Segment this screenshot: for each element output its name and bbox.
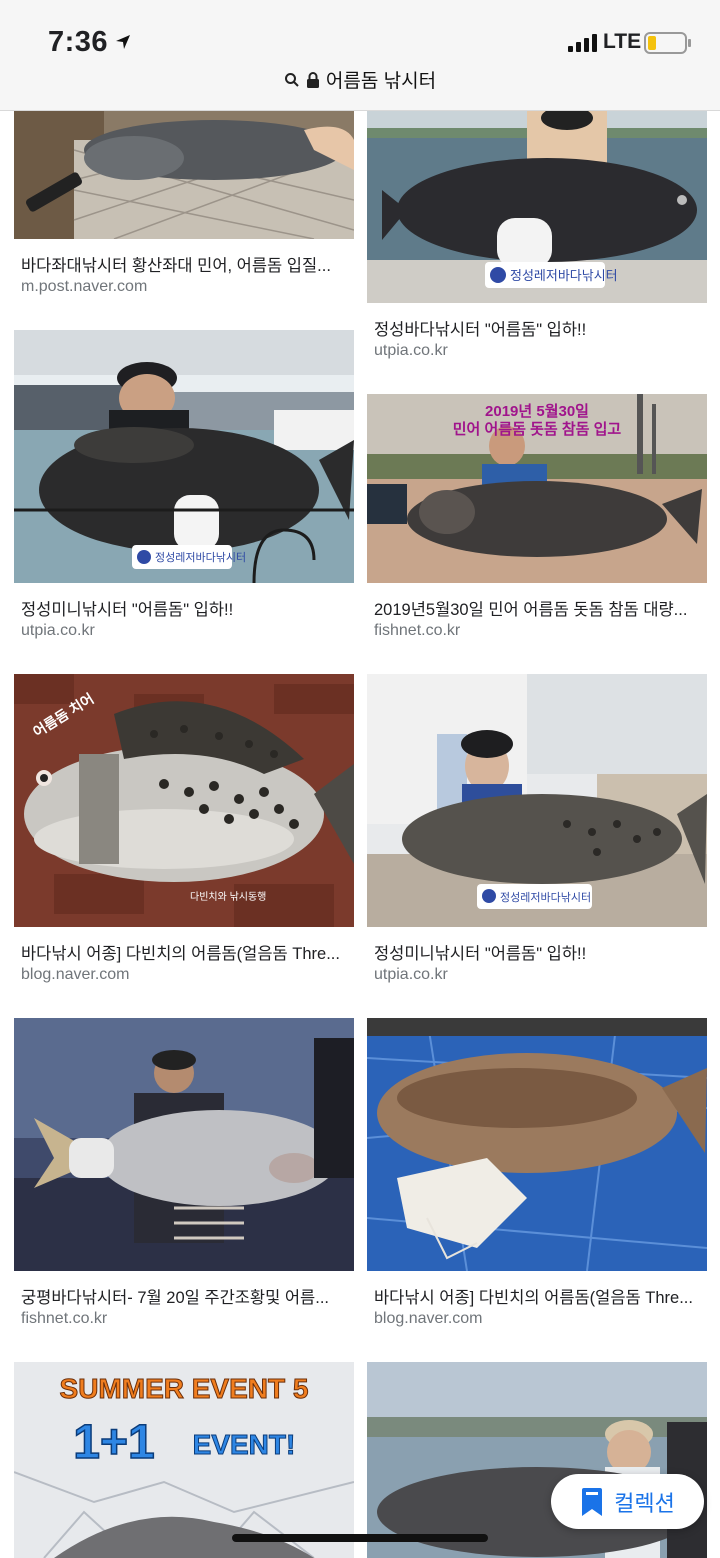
collections-button[interactable]: 컬렉션 <box>551 1474 704 1529</box>
result-domain: utpia.co.kr <box>374 342 448 359</box>
result-domain: utpia.co.kr <box>21 622 95 639</box>
result-title[interactable]: 정성바다낚시터 "어름돔" 입하!! <box>374 316 704 340</box>
result-overlay-line3: EVENT! <box>193 1429 296 1460</box>
result-thumbnail[interactable]: 정성레저바다낚시터 <box>14 330 354 583</box>
lock-icon <box>306 71 319 88</box>
result-thumbnail[interactable]: SUMMER EVENT 5 1+1 EVENT! <box>14 1362 354 1558</box>
result-domain: fishnet.co.kr <box>21 1310 108 1327</box>
result-title[interactable]: 궁평바다낚시터- 7월 20일 주간조황및 어름... <box>21 1284 351 1308</box>
result-title[interactable]: 2019년5월30일 민어 어름돔 돗돔 참돔 대량... <box>374 596 704 620</box>
image-results-grid: 바다좌대낚시터 황산좌대 민어, 어름돔 입질... m.post.naver.… <box>0 0 720 1558</box>
result-domain: blog.naver.com <box>374 1310 483 1327</box>
result-overlay-line1: 2019년 5월30일 <box>485 403 589 420</box>
result-thumbnail[interactable] <box>14 1018 354 1271</box>
home-indicator[interactable] <box>232 1534 488 1542</box>
browser-top-bar: 7:36 LTE 어름돔 낚시터 <box>0 0 720 111</box>
result-overlay-line2: 1+1 <box>73 1416 154 1469</box>
result-domain: blog.naver.com <box>21 966 130 983</box>
result-thumbnail[interactable]: 정성레저바다낚시터 <box>367 674 707 927</box>
cellular-signal-icon <box>568 34 597 52</box>
man-holding-black-fish-image: 정성레저바다낚시터 <box>14 330 354 583</box>
result-watermark: 정성레저바다낚시터 <box>510 268 618 283</box>
result-overlay-line1: SUMMER EVENT 5 <box>60 1373 309 1404</box>
result-overlay-line2: 다빈치와 낚시동행 <box>190 891 266 903</box>
result-overlay-line2: 민어 어름돔 돗돔 참돔 입고 <box>453 421 622 438</box>
summer-event-banner-image: SUMMER EVENT 5 1+1 EVENT! <box>14 1362 354 1558</box>
spotted-fish-closeup-image: 어름돔 치어 다빈치와 낚시동행 <box>14 674 354 927</box>
result-title[interactable]: 바다낚시 어종] 다빈치의 어름돔(얼음돔 Thre... <box>21 940 351 964</box>
fish-on-blue-tarp-image <box>367 1018 707 1271</box>
collections-label: 컬렉션 <box>614 1490 675 1516</box>
fish-on-net-image <box>14 110 354 239</box>
result-thumbnail[interactable] <box>367 1018 707 1271</box>
address-text: 어름돔 낚시터 <box>325 71 437 92</box>
result-domain: m.post.naver.com <box>21 278 148 295</box>
woman-with-spotted-fish-image: 정성레저바다낚시터 <box>367 674 707 927</box>
man-holding-big-fish-image: 2019년 5월30일 민어 어름돔 돗돔 참돔 입고 <box>367 394 707 583</box>
battery-icon <box>644 32 691 54</box>
result-title[interactable]: 바다좌대낚시터 황산좌대 민어, 어름돔 입질... <box>21 252 351 276</box>
result-title[interactable]: 바다낚시 어종] 다빈치의 어름돔(얼음돔 Thre... <box>374 1284 704 1308</box>
result-watermark: 정성레저바다낚시터 <box>500 891 591 904</box>
result-domain: fishnet.co.kr <box>374 622 461 639</box>
result-title[interactable]: 정성미니낚시터 "어름돔" 입하!! <box>21 596 351 620</box>
search-icon <box>284 72 299 87</box>
address-bar[interactable]: 어름돔 낚시터 <box>0 66 720 94</box>
woman-holding-black-fish-image: 정성레저바다낚시터 <box>367 110 707 303</box>
man-holding-silver-fish-image <box>14 1018 354 1271</box>
result-thumbnail[interactable] <box>14 110 354 239</box>
carrier-label: LTE <box>603 30 642 53</box>
result-thumbnail[interactable]: 2019년 5월30일 민어 어름돔 돗돔 참돔 입고 <box>367 394 707 583</box>
result-thumbnail[interactable]: 정성레저바다낚시터 <box>367 110 707 303</box>
result-domain: utpia.co.kr <box>374 966 448 983</box>
location-arrow-icon <box>116 35 130 49</box>
bookmark-icon <box>582 1487 603 1516</box>
status-time: 7:36 <box>48 26 109 58</box>
result-watermark: 정성레저바다낚시터 <box>155 551 246 564</box>
result-thumbnail[interactable]: 어름돔 치어 다빈치와 낚시동행 <box>14 674 354 927</box>
result-title[interactable]: 정성미니낚시터 "어름돔" 입하!! <box>374 940 704 964</box>
